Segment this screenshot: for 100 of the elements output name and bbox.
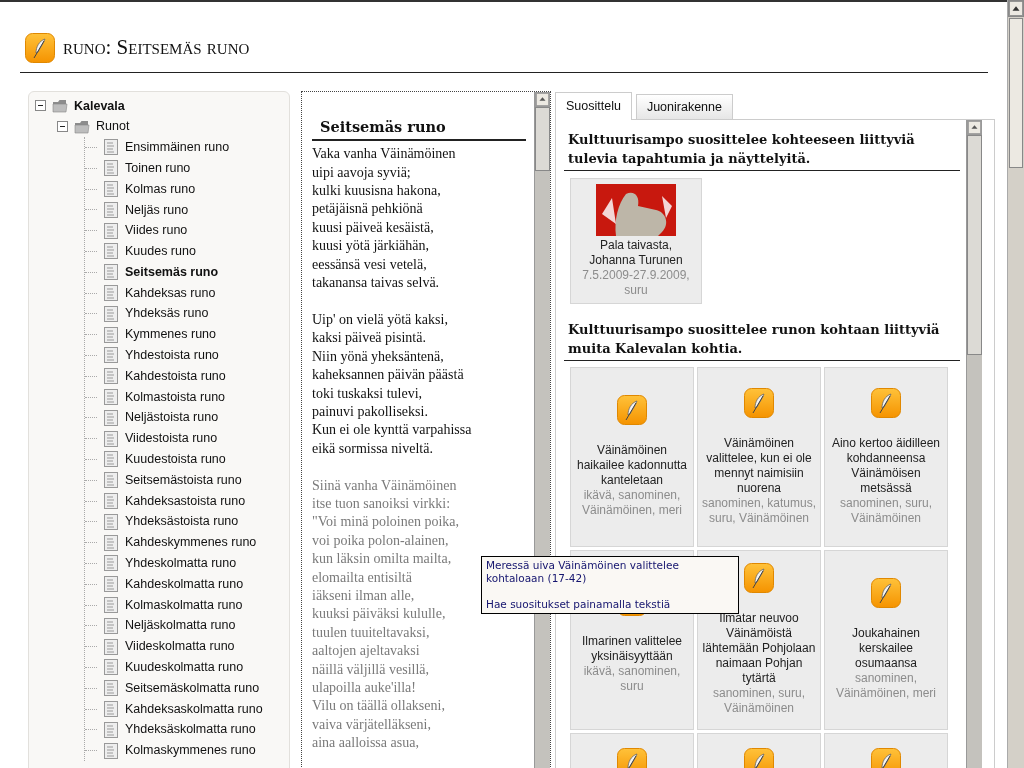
scroll-up-button[interactable] — [535, 91, 550, 107]
poem-line[interactable]: näillä väljillä vesillä, — [312, 660, 526, 679]
tree-item[interactable]: Kalevala — [74, 96, 125, 116]
section-heading: Kulttuurisampo suosittelee kohteeseen liittyviä tulevia tapahtumia ja näyttelyitä. — [564, 129, 960, 171]
tree-item[interactable]: Toinen runo — [125, 158, 191, 178]
document-icon — [103, 576, 119, 593]
poem-line[interactable]: tuulen tuuiteltavaksi, — [312, 623, 526, 643]
tree-item[interactable]: Kahdeksas runo — [125, 283, 216, 303]
tree-item[interactable]: Viidestoista runo — [125, 429, 218, 448]
passage-card[interactable]: Väinämöinen haikailee kadonnutta kanteletaan ikävä, sanominen, Väinämöinen, meri — [570, 366, 694, 547]
document-icon — [103, 389, 119, 406]
document-icon — [103, 721, 119, 738]
poem-line[interactable]: Niin yönä yheksäntenä, — [312, 347, 526, 367]
tree-item[interactable]: Viides runo — [125, 221, 188, 241]
tree-item[interactable]: Seitsemäs runo — [125, 262, 219, 282]
document-icon — [103, 638, 119, 655]
poem-line[interactable]: kulki kuusisna hakona, — [312, 182, 526, 201]
feather-icon — [871, 387, 901, 418]
document-icon — [103, 534, 119, 551]
document-icon — [103, 430, 119, 447]
poem-line[interactable]: voi poika polon-alainen, — [312, 531, 526, 551]
poem-line[interactable]: toki tuskaksi tulevi, — [312, 384, 526, 403]
poem-line[interactable]: Uip' on vielä yötä kaksi, — [312, 310, 526, 330]
tree-item[interactable]: Kolmaskymmenes runo — [125, 741, 256, 760]
poem-line[interactable]: takanansa taivas selvä. — [312, 274, 526, 293]
poem-line[interactable]: "Voi minä poloinen poika, — [312, 513, 526, 532]
poem-line[interactable]: uipi aavoja syviä; — [312, 163, 526, 183]
passage-card[interactable]: Väinämöinen valittelee, kun ei ole mennyt naimisiin nuorena sanominen, katumus, suru, Väinämöinen — [697, 366, 821, 547]
document-icon — [103, 222, 119, 239]
scrollbar[interactable] — [1007, 0, 1024, 768]
collapse-toggle[interactable] — [35, 100, 46, 112]
tree-item[interactable]: Kahdeskymmenes runo — [125, 533, 257, 552]
feather-icon — [617, 747, 647, 768]
poem-line[interactable]: ulapoilla auke'illa! — [312, 679, 526, 698]
tab[interactable]: Juonirakenne — [635, 93, 733, 119]
poem-line[interactable]: eikä sormissa niveltä. — [312, 439, 526, 459]
tree-item[interactable]: Seitsemäskolmatta runo — [125, 678, 260, 698]
poem-title: Seitsemäs runo — [312, 115, 526, 142]
scrollbar[interactable] — [966, 119, 982, 768]
poem-line[interactable]: aina aalloissa asua, — [312, 734, 526, 753]
collapse-toggle[interactable] — [57, 121, 68, 133]
tree-item[interactable]: Neljästoista runo — [125, 408, 219, 428]
poem-line[interactable]: petäjäisnä pehkiönä — [312, 200, 526, 219]
poem-line[interactable]: kaksi päiveä pisintä. — [312, 329, 526, 348]
tree-item[interactable]: Neljäs runo — [125, 200, 189, 220]
tab[interactable]: Suosittelu — [555, 91, 632, 120]
document-icon — [103, 617, 119, 634]
tree-item[interactable]: Runot — [96, 117, 130, 137]
scroll-up-button[interactable] — [1008, 0, 1024, 17]
poem-line[interactable]: kuusi päiveä kesäistä, — [312, 218, 526, 238]
scrollbar-thumb[interactable] — [535, 106, 550, 171]
document-icon — [103, 347, 119, 364]
tree-item[interactable]: Kuudeskolmatta runo — [125, 658, 244, 677]
poem-line[interactable]: vaiva värjätelläkseni, — [312, 715, 526, 735]
tree-item[interactable]: Yhdeksästoista runo — [125, 512, 239, 532]
tree-item[interactable]: Kahdeksastoista runo — [125, 491, 246, 511]
tree-item[interactable]: Viideskolmatta runo — [125, 637, 235, 656]
passage-title: Joukahainen kerskailee osumaansa — [850, 626, 922, 671]
poem-line[interactable]: painuvi pakolliseksi. — [312, 402, 526, 422]
poem-line[interactable]: Vilu on täällä ollakseni, — [312, 697, 526, 716]
passage-tags: ikävä, sanominen, Väinämöinen, meri — [574, 488, 690, 518]
event-title: Pala taivasta, Johanna Turunen — [588, 237, 684, 268]
event-card[interactable]: Pala taivasta, Johanna Turunen 7.5.2009-27.9.2009, suru — [570, 177, 702, 304]
poem-line[interactable]: kuusi yötä järkiähän, — [312, 237, 526, 256]
document-icon — [103, 139, 119, 156]
scrollbar-thumb[interactable] — [1009, 18, 1023, 168]
passage-title: Ilmatar neuvoo Väinämöistä lähtemään Pohjolaan naimaan Pohjan tytärtä — [701, 611, 817, 686]
tree-item[interactable]: Ensimmäinen runo — [125, 138, 230, 157]
poem-line[interactable]: aaltojen ajeltavaksi — [312, 642, 526, 661]
poem-line[interactable]: eessänsä vesi vetelä, — [312, 255, 526, 275]
tree-item[interactable]: Kolmastoista runo — [125, 387, 226, 407]
poem-line[interactable]: Kun ei ole kynttä varpahissa — [312, 421, 526, 440]
feather-icon — [871, 747, 901, 768]
tree-item[interactable]: Kahdeskolmatta runo — [125, 574, 244, 594]
tree-item[interactable]: Seitsemästoista runo — [125, 470, 242, 490]
tree-item[interactable]: Kahdestoista runo — [125, 366, 226, 386]
tree-item[interactable]: Kolmas runo — [125, 179, 196, 199]
tree-item[interactable]: Yhdeksäskolmatta runo — [125, 720, 256, 740]
passage-tags: ikävä, sanominen, suru — [574, 663, 690, 694]
passage-card[interactable]: Joukahainen kerskailee osumaansa sanominen, Väinämöinen, meri — [824, 549, 948, 730]
tree-item[interactable]: Yhdeskolmatta runo — [125, 554, 237, 573]
poem-line[interactable]: Siinä vanha Väinämöinen — [312, 476, 526, 495]
passage-title: Ilmarinen valittelee yksinäisyyttään — [580, 633, 684, 664]
tree-item[interactable]: Kuudes runo — [125, 242, 196, 261]
tree-item[interactable]: Kuudestoista runo — [125, 450, 226, 469]
feather-icon — [744, 747, 774, 768]
tree-item[interactable]: Yhdeksäs runo — [125, 304, 209, 324]
poem-line[interactable]: Vaka vanha Väinämöinen — [312, 145, 526, 164]
document-icon — [103, 597, 119, 613]
tree-item[interactable]: Kymmenes runo — [125, 325, 216, 345]
tree-item[interactable]: Neljäskolmatta runo — [125, 616, 236, 636]
document-icon — [103, 472, 119, 489]
poem-line[interactable]: kaheksannen päivän päästä — [312, 366, 526, 385]
tree-item[interactable]: Kahdeksaskolmatta runo — [125, 699, 263, 719]
tree-item[interactable]: Kolmaskolmatta runo — [125, 595, 243, 615]
document-icon — [103, 264, 119, 281]
tree-item[interactable]: Yhdestoista runo — [125, 346, 219, 365]
passage-card[interactable]: Aino kertoo äidilleen kohdanneensa Väinämöisen metsässä sanominen, suru, Väinämöinen — [824, 366, 948, 547]
scrollbar-thumb[interactable] — [967, 134, 982, 355]
poem-line[interactable]: itse tuon sanoiksi virkki: — [312, 494, 526, 514]
